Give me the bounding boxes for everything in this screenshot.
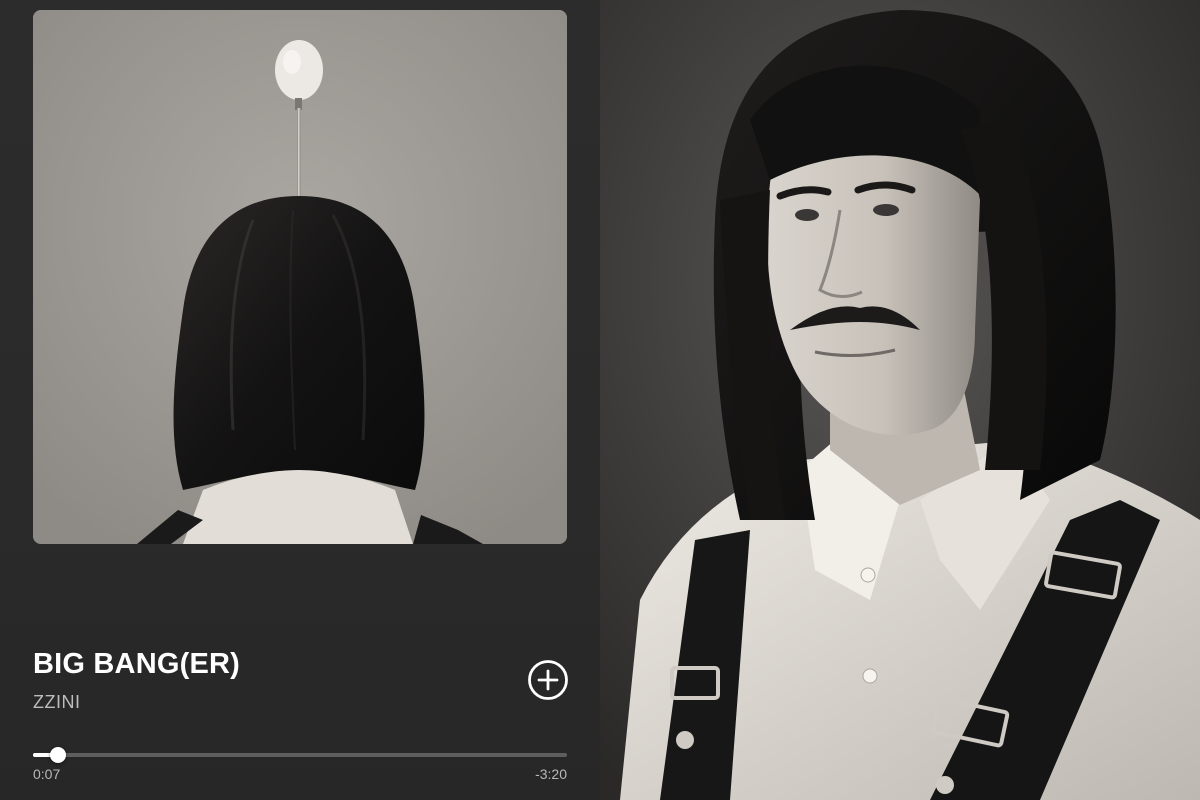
plus-circle-icon — [528, 660, 568, 700]
remaining-time: -3:20 — [535, 766, 567, 782]
artist-photo — [600, 0, 1200, 800]
progress-track — [33, 753, 567, 757]
track-title: BIG BANG(ER) — [33, 648, 241, 680]
elapsed-time: 0:07 — [33, 766, 61, 782]
track-artist[interactable]: ZZINI — [33, 692, 81, 713]
album-artwork — [33, 10, 567, 544]
playback-progress-slider[interactable] — [33, 746, 567, 764]
add-to-library-button[interactable] — [527, 659, 569, 701]
now-playing-panel: BIG BANG(ER) ZZINI 0:07 -3:20 — [0, 0, 600, 800]
screen: BIG BANG(ER) ZZINI 0:07 -3:20 — [0, 0, 1200, 800]
progress-handle[interactable] — [50, 747, 67, 763]
